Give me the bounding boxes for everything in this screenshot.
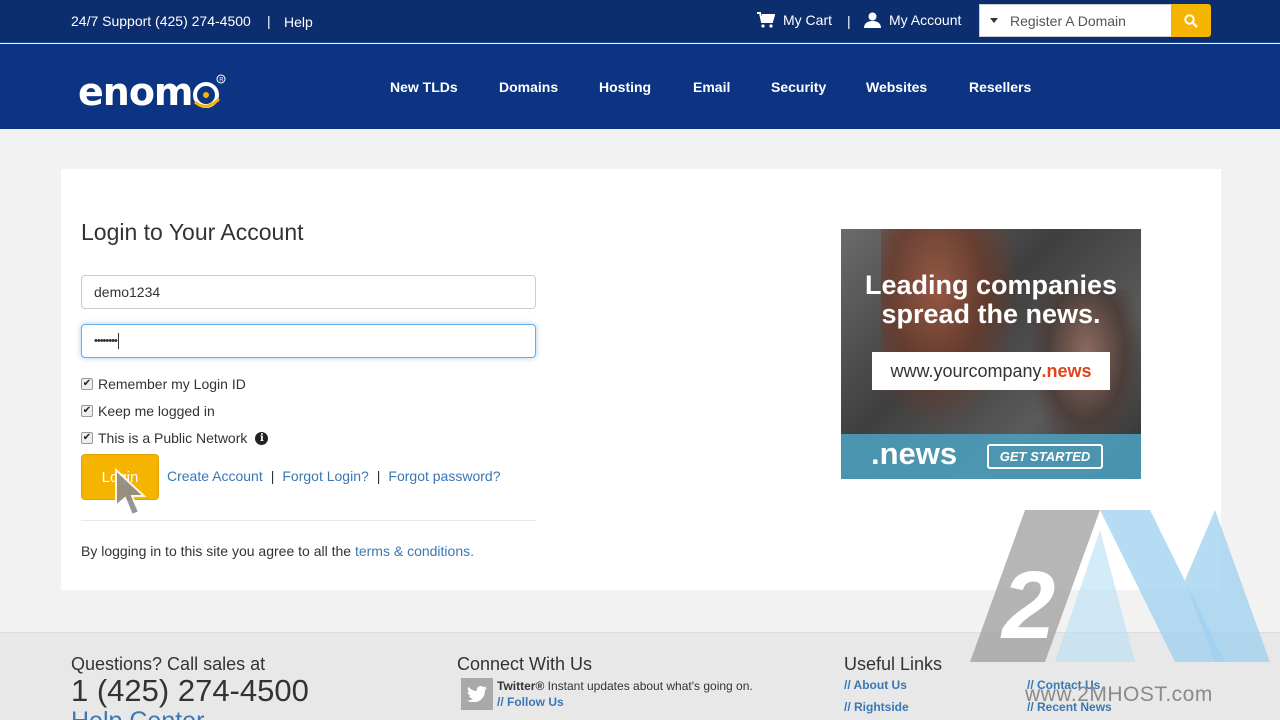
divider	[81, 520, 536, 521]
ad-headline-line: spread the news.	[881, 299, 1101, 329]
my-cart-link[interactable]: My Cart	[757, 12, 832, 28]
separator: |	[270, 468, 275, 484]
keep-label: Keep me logged in	[98, 403, 215, 419]
connect-heading: Connect With Us	[457, 654, 593, 674]
twitter-label: Twitter®	[497, 679, 545, 693]
account-links: Create Account | Forgot Login? | Forgot …	[167, 468, 500, 484]
useful-links-heading: Useful Links	[844, 654, 943, 674]
checkbox-checked-icon[interactable]: ✔	[81, 432, 93, 444]
page-title: Login to Your Account	[81, 219, 304, 245]
search-icon	[1184, 13, 1198, 28]
chevron-down-icon[interactable]	[990, 18, 998, 23]
search-button[interactable]	[1171, 4, 1211, 37]
remember-login-checkbox[interactable]: ✔ Remember my Login ID	[81, 376, 246, 392]
footer: Questions? Call sales at 1 (425) 274-450…	[0, 632, 1280, 720]
twitter-description: Twitter® Instant updates about what's go…	[497, 679, 753, 693]
top-bar: 24/7 Support (425) 274-4500 | Help My Ca…	[0, 0, 1280, 43]
follow-us-link[interactable]: // Follow Us	[497, 695, 564, 709]
terms-text: By logging in to this site you agree to …	[81, 543, 355, 559]
logo-text: enom	[78, 70, 194, 114]
rightside-link[interactable]: // Rightside	[844, 700, 909, 714]
nav-domains[interactable]: Domains	[499, 79, 558, 95]
contact-us-link[interactable]: // Contact Us	[1027, 678, 1100, 692]
separator: |	[376, 468, 381, 484]
twitter-icon[interactable]	[461, 678, 493, 710]
public-network-checkbox[interactable]: ✔ This is a Public Network i	[81, 430, 269, 446]
separator: |	[267, 13, 271, 29]
create-account-link[interactable]: Create Account	[167, 468, 263, 484]
text-cursor	[117, 333, 119, 349]
ad-url-prefix: www.yourcompany	[890, 360, 1042, 381]
terms-notice: By logging in to this site you agree to …	[81, 543, 474, 559]
info-icon[interactable]: i	[255, 431, 269, 445]
forgot-password-link[interactable]: Forgot password?	[388, 468, 500, 484]
checkbox-checked-icon[interactable]: ✔	[81, 378, 93, 390]
ad-url-box: www.yourcompany .news	[872, 352, 1110, 390]
ad-headline: Leading companies spread the news.	[841, 271, 1141, 329]
login-id-field[interactable]: demo1234	[81, 275, 536, 309]
ad-headline-line: Leading companies	[864, 270, 1118, 300]
cart-icon	[757, 12, 775, 28]
news-tld-ad[interactable]: Leading companies spread the news. www.y…	[841, 229, 1141, 479]
logo-mark-icon: R	[192, 74, 226, 108]
nav-security[interactable]: Security	[771, 79, 826, 95]
ad-photo-person	[881, 229, 1021, 429]
nav-websites[interactable]: Websites	[866, 79, 927, 95]
my-account-label: My Account	[889, 12, 962, 28]
separator: |	[847, 13, 851, 29]
sales-phone: 1 (425) 274-4500	[71, 673, 309, 708]
password-field[interactable]: ••••••••	[81, 324, 536, 358]
ad-tld-label: .news	[871, 436, 958, 471]
forgot-login-link[interactable]: Forgot Login?	[282, 468, 368, 484]
enom-logo[interactable]: enom R	[78, 70, 227, 114]
questions-heading: Questions? Call sales at	[71, 654, 266, 674]
nav-email[interactable]: Email	[693, 79, 730, 95]
main-nav: enom R New TLDs Domains Hosting Email Se…	[0, 44, 1280, 129]
domain-search-input[interactable]: Register A Domain	[979, 4, 1171, 37]
user-icon	[864, 12, 881, 28]
twitter-desc: Instant updates about what's going on.	[544, 679, 753, 693]
remember-label: Remember my Login ID	[98, 376, 246, 392]
public-label: This is a Public Network	[98, 430, 248, 446]
domain-search: Register A Domain	[979, 4, 1211, 37]
login-card: Login to Your Account demo1234 •••••••• …	[61, 169, 1221, 590]
login-id-value: demo1234	[94, 284, 161, 300]
get-started-button[interactable]: GET STARTED	[987, 444, 1103, 469]
keep-logged-in-checkbox[interactable]: ✔ Keep me logged in	[81, 403, 215, 419]
my-cart-label: My Cart	[783, 12, 832, 28]
nav-new-tlds[interactable]: New TLDs	[390, 79, 458, 95]
terms-link[interactable]: terms & conditions	[355, 543, 470, 559]
password-value: ••••••••	[94, 335, 118, 347]
support-phone: 24/7 Support (425) 274-4500	[71, 13, 251, 29]
mouse-cursor-icon	[115, 468, 147, 517]
help-center-link[interactable]: Help Center	[71, 707, 204, 720]
help-link[interactable]: Help	[284, 14, 313, 30]
terms-period: .	[470, 543, 475, 559]
ad-url-tld: .news	[1041, 360, 1092, 381]
my-account-link[interactable]: My Account	[864, 12, 961, 28]
domain-search-placeholder: Register A Domain	[1010, 12, 1126, 29]
nav-resellers[interactable]: Resellers	[969, 79, 1031, 95]
checkbox-checked-icon[interactable]: ✔	[81, 405, 93, 417]
svg-text:R: R	[219, 77, 224, 83]
nav-hosting[interactable]: Hosting	[599, 79, 651, 95]
recent-news-link[interactable]: // Recent News	[1027, 700, 1112, 714]
about-us-link[interactable]: // About Us	[844, 678, 907, 692]
